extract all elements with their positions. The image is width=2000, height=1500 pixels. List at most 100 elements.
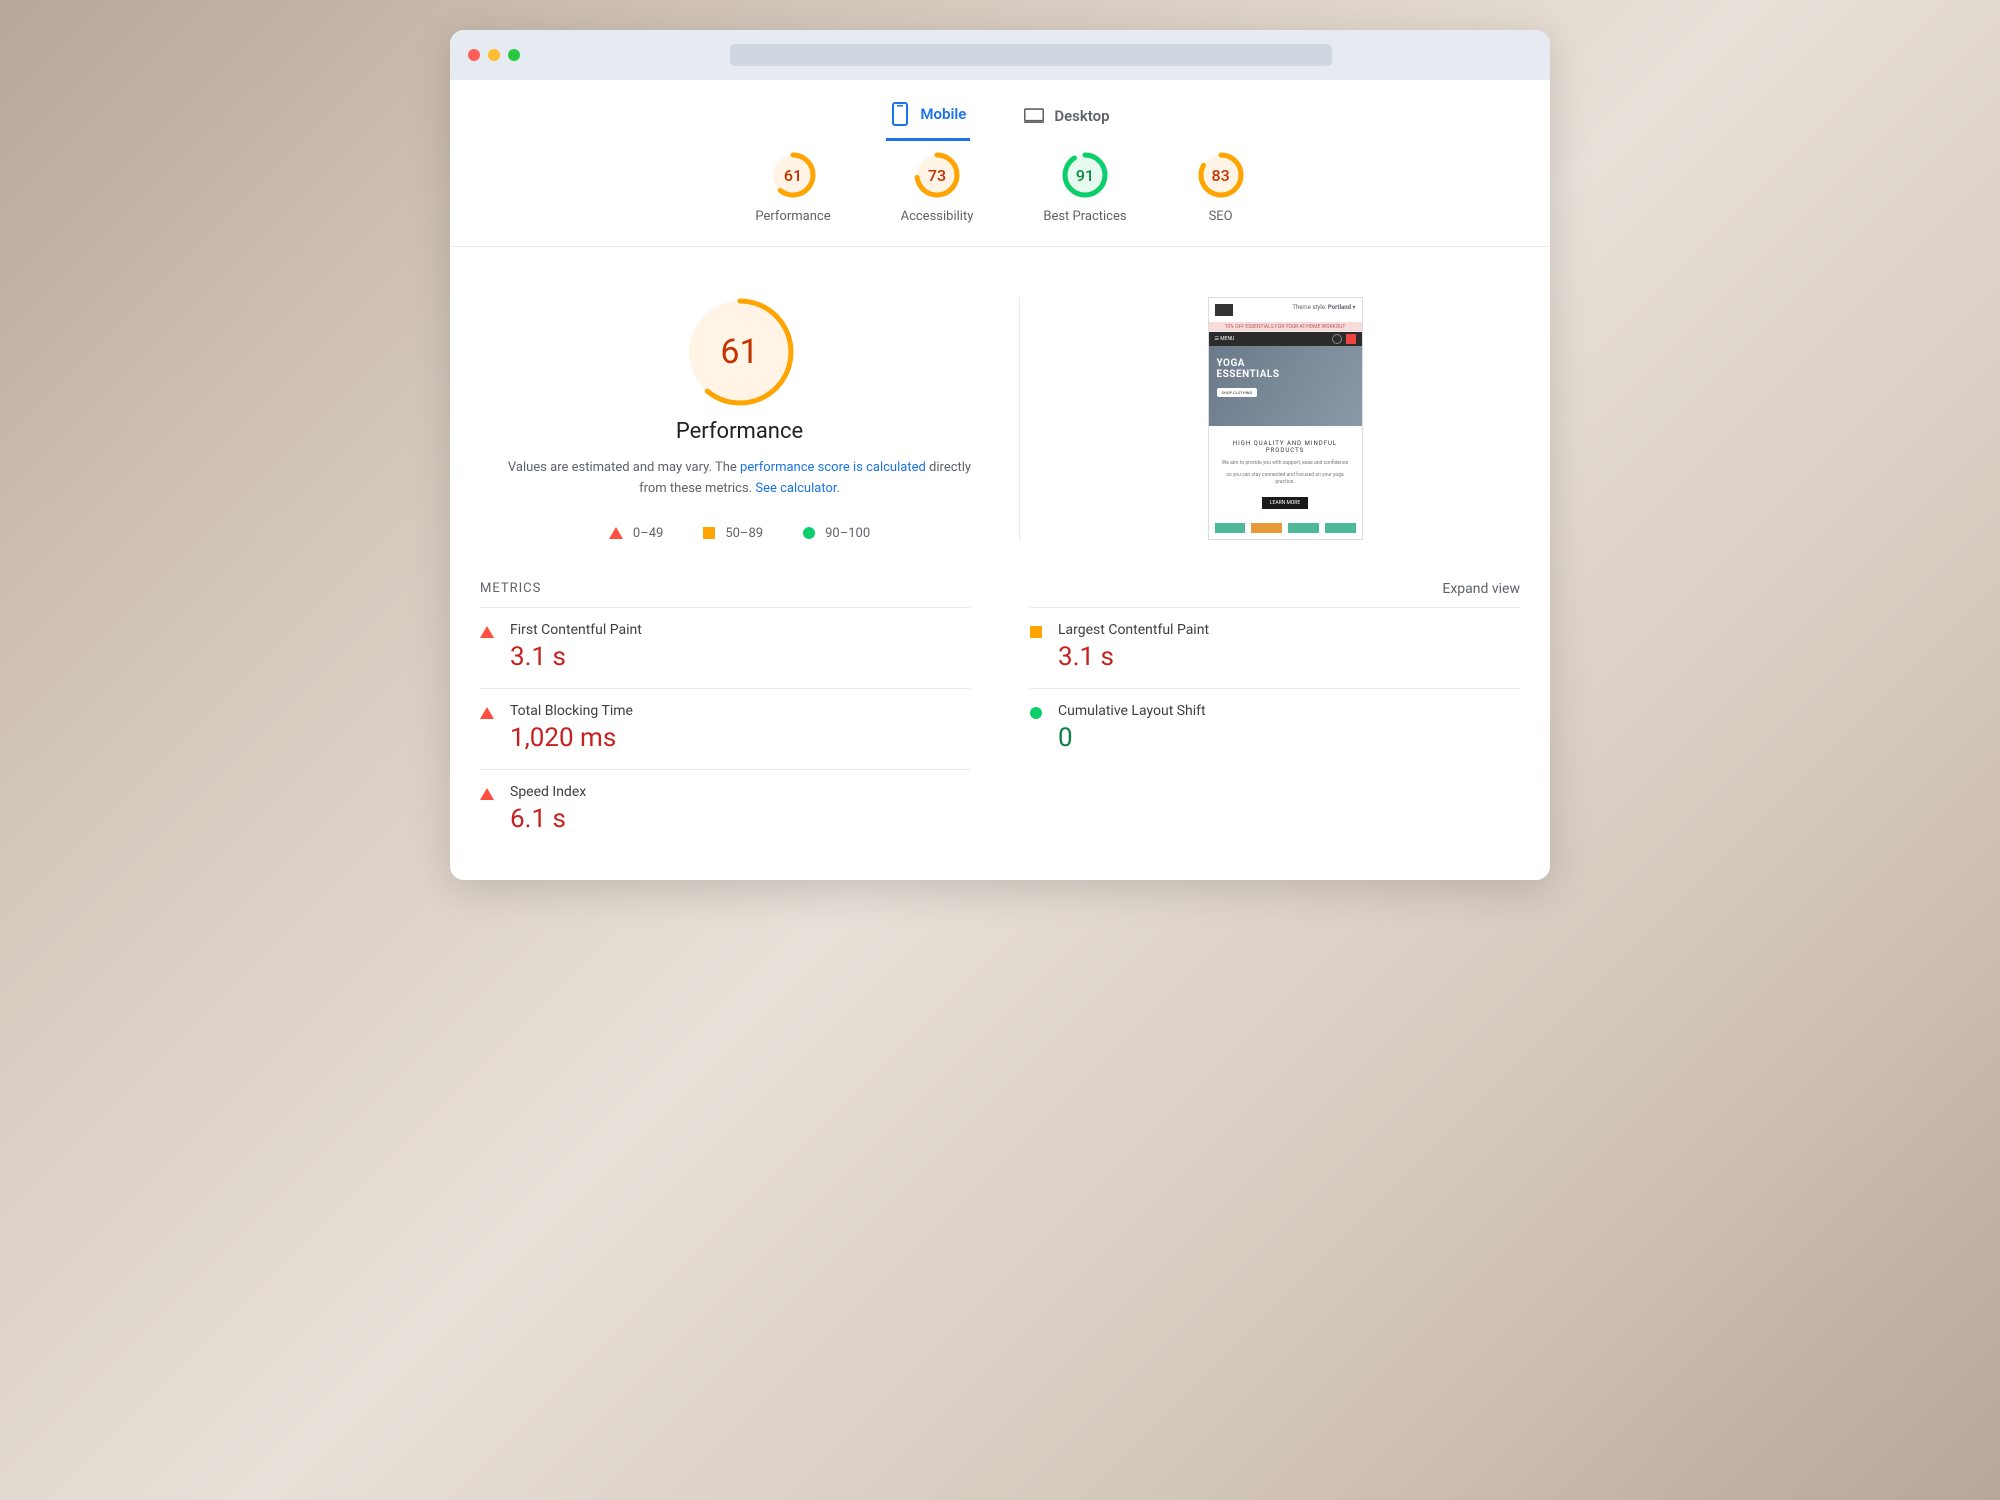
preview-cta: LEARN MORE bbox=[1262, 497, 1308, 509]
score-accessibility[interactable]: 73 Accessibility bbox=[901, 151, 974, 224]
metric-speed-index[interactable]: Speed Index 6.1 s bbox=[480, 769, 970, 850]
sq-orange-icon bbox=[1030, 626, 1042, 638]
maximize-icon[interactable] bbox=[508, 49, 520, 61]
preview-menu-text: MENU bbox=[1220, 336, 1234, 342]
performance-title: Performance bbox=[480, 419, 999, 444]
legend-green-label: 90–100 bbox=[825, 526, 870, 541]
gauge-icon: 91 bbox=[1061, 151, 1109, 199]
main-row: 61 Performance Values are estimated and … bbox=[450, 247, 1550, 571]
preview-banner: 10% OFF ESSENTIALS FOR YOUR AT-HOME WORK… bbox=[1209, 322, 1362, 332]
score-value: 61 bbox=[769, 151, 817, 199]
device-tabs: Mobile Desktop bbox=[450, 80, 1550, 141]
address-bar[interactable] bbox=[730, 44, 1332, 66]
phone-preview: Theme style: Portland ▾ 10% OFF ESSENTIA… bbox=[1208, 297, 1363, 540]
legend-red: 0–49 bbox=[609, 526, 663, 541]
preview-thumbnails bbox=[1209, 523, 1362, 539]
metric-value: 0 bbox=[1058, 723, 1206, 753]
legend-green: 90–100 bbox=[803, 526, 870, 541]
metric-first-contentful-paint[interactable]: First Contentful Paint 3.1 s bbox=[480, 607, 970, 688]
score-performance[interactable]: 61 Performance bbox=[755, 151, 830, 224]
gauge-icon: 73 bbox=[913, 151, 961, 199]
preview-hero-line2: ESSENTIALS bbox=[1217, 369, 1280, 380]
legend-red-label: 0–49 bbox=[633, 526, 663, 541]
score-label: Performance bbox=[755, 209, 830, 224]
performance-score-value: 61 bbox=[685, 297, 795, 407]
score-legend: 0–49 50–89 90–100 bbox=[480, 526, 999, 541]
see-calculator-link[interactable]: See calculator. bbox=[755, 481, 840, 496]
desktop-icon bbox=[1024, 102, 1044, 130]
score-summary: 61 Performance 73 Accessibility 91 Best … bbox=[450, 141, 1550, 247]
preview-body-p1: We aim to provide you with support, ease… bbox=[1217, 460, 1354, 468]
metric-largest-contentful-paint[interactable]: Largest Contentful Paint 3.1 s bbox=[1030, 607, 1520, 688]
score-value: 73 bbox=[913, 151, 961, 199]
tab-mobile-label: Mobile bbox=[920, 105, 966, 123]
preview-theme-label: Theme style: bbox=[1292, 304, 1326, 311]
titlebar bbox=[450, 30, 1550, 80]
preview-theme-value: Portland bbox=[1328, 304, 1351, 311]
score-value: 91 bbox=[1061, 151, 1109, 199]
preview-thumb bbox=[1288, 523, 1319, 533]
dot-green-icon bbox=[1030, 707, 1042, 719]
preview-theme: Theme style: Portland ▾ bbox=[1292, 304, 1355, 316]
score-label: SEO bbox=[1197, 209, 1245, 224]
metrics-header: METRICS Expand view bbox=[450, 581, 1550, 607]
tri-red-icon bbox=[480, 707, 494, 719]
tri-red-icon bbox=[480, 626, 494, 638]
preview-body: HIGH QUALITY AND MINDFUL PRODUCTS We aim… bbox=[1209, 426, 1362, 523]
score-best-practices[interactable]: 91 Best Practices bbox=[1043, 151, 1126, 224]
metric-value: 1,020 ms bbox=[510, 723, 633, 753]
traffic-lights bbox=[468, 49, 520, 61]
preview-hero-line1: YOGA bbox=[1217, 358, 1245, 369]
tab-desktop[interactable]: Desktop bbox=[1020, 94, 1113, 141]
metric-name: Largest Contentful Paint bbox=[1058, 622, 1209, 638]
preview-column: Theme style: Portland ▾ 10% OFF ESSENTIA… bbox=[1050, 297, 1520, 541]
score-seo[interactable]: 83 SEO bbox=[1197, 151, 1245, 224]
tab-desktop-label: Desktop bbox=[1054, 107, 1109, 125]
preview-thumb bbox=[1325, 523, 1356, 533]
preview-thumb bbox=[1251, 523, 1282, 533]
performance-description: Values are estimated and may vary. The p… bbox=[480, 458, 999, 500]
metric-name: First Contentful Paint bbox=[510, 622, 642, 638]
page-content: Mobile Desktop 61 Performance 73 Accessi… bbox=[450, 80, 1550, 880]
gauge-icon: 61 bbox=[769, 151, 817, 199]
metrics-title: METRICS bbox=[480, 581, 541, 596]
expand-view-button[interactable]: Expand view bbox=[1442, 581, 1520, 597]
gauge-icon: 83 bbox=[1197, 151, 1245, 199]
preview-body-title: HIGH QUALITY AND MINDFUL PRODUCTS bbox=[1217, 440, 1354, 454]
browser-window: Mobile Desktop 61 Performance 73 Accessi… bbox=[450, 30, 1550, 880]
perf-desc-pre: Values are estimated and may vary. The bbox=[508, 460, 740, 475]
metric-name: Total Blocking Time bbox=[510, 703, 633, 719]
preview-hero-button: SHOP CLOTHING bbox=[1217, 388, 1258, 397]
metric-value: 3.1 s bbox=[1058, 642, 1209, 672]
score-value: 83 bbox=[1197, 151, 1245, 199]
cart-icon bbox=[1346, 334, 1356, 344]
square-orange-icon bbox=[703, 527, 715, 539]
preview-topbar: Theme style: Portland ▾ bbox=[1209, 298, 1362, 322]
metric-value: 6.1 s bbox=[510, 804, 586, 834]
metric-total-blocking-time[interactable]: Total Blocking Time 1,020 ms bbox=[480, 688, 970, 769]
metric-name: Cumulative Layout Shift bbox=[1058, 703, 1206, 719]
triangle-red-icon bbox=[609, 527, 623, 539]
metric-value: 3.1 s bbox=[510, 642, 642, 672]
tab-mobile[interactable]: Mobile bbox=[886, 94, 970, 141]
minimize-icon[interactable] bbox=[488, 49, 500, 61]
metrics-grid: First Contentful Paint 3.1 s Largest Con… bbox=[450, 607, 1550, 850]
preview-hero: YOGAESSENTIALS SHOP CLOTHING bbox=[1209, 346, 1362, 426]
score-label: Best Practices bbox=[1043, 209, 1126, 224]
close-icon[interactable] bbox=[468, 49, 480, 61]
metric-cumulative-layout-shift[interactable]: Cumulative Layout Shift 0 bbox=[1030, 688, 1520, 769]
circle-green-icon bbox=[803, 527, 815, 539]
preview-thumb bbox=[1215, 523, 1246, 533]
performance-gauge: 61 bbox=[685, 297, 795, 407]
performance-panel: 61 Performance Values are estimated and … bbox=[480, 297, 1020, 541]
score-label: Accessibility bbox=[901, 209, 974, 224]
score-calc-link[interactable]: performance score is calculated bbox=[740, 460, 926, 475]
metric-name: Speed Index bbox=[510, 784, 586, 800]
preview-body-p2: so you can stay connected and focused on… bbox=[1217, 472, 1354, 487]
legend-orange: 50–89 bbox=[703, 526, 763, 541]
legend-orange-label: 50–89 bbox=[725, 526, 763, 541]
mobile-icon bbox=[890, 100, 910, 128]
preview-nav: ☰ MENU bbox=[1209, 332, 1362, 346]
search-icon bbox=[1332, 334, 1342, 344]
preview-logo bbox=[1215, 304, 1233, 316]
